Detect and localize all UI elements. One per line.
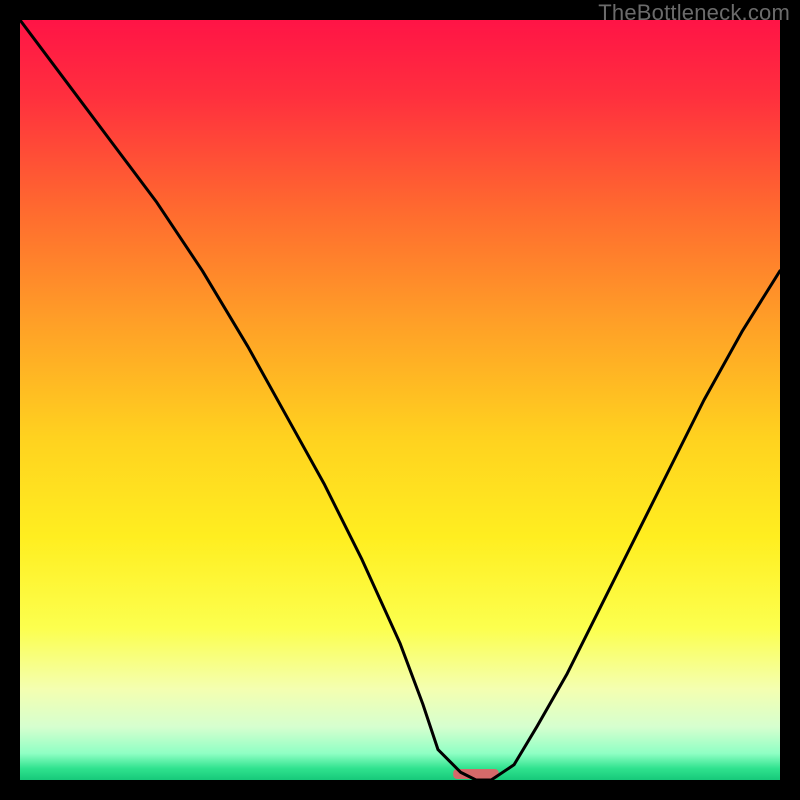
watermark-text: TheBottleneck.com — [598, 0, 790, 26]
chart-frame: TheBottleneck.com — [0, 0, 800, 800]
chart-background — [20, 20, 780, 780]
bottleneck-chart — [20, 20, 780, 780]
